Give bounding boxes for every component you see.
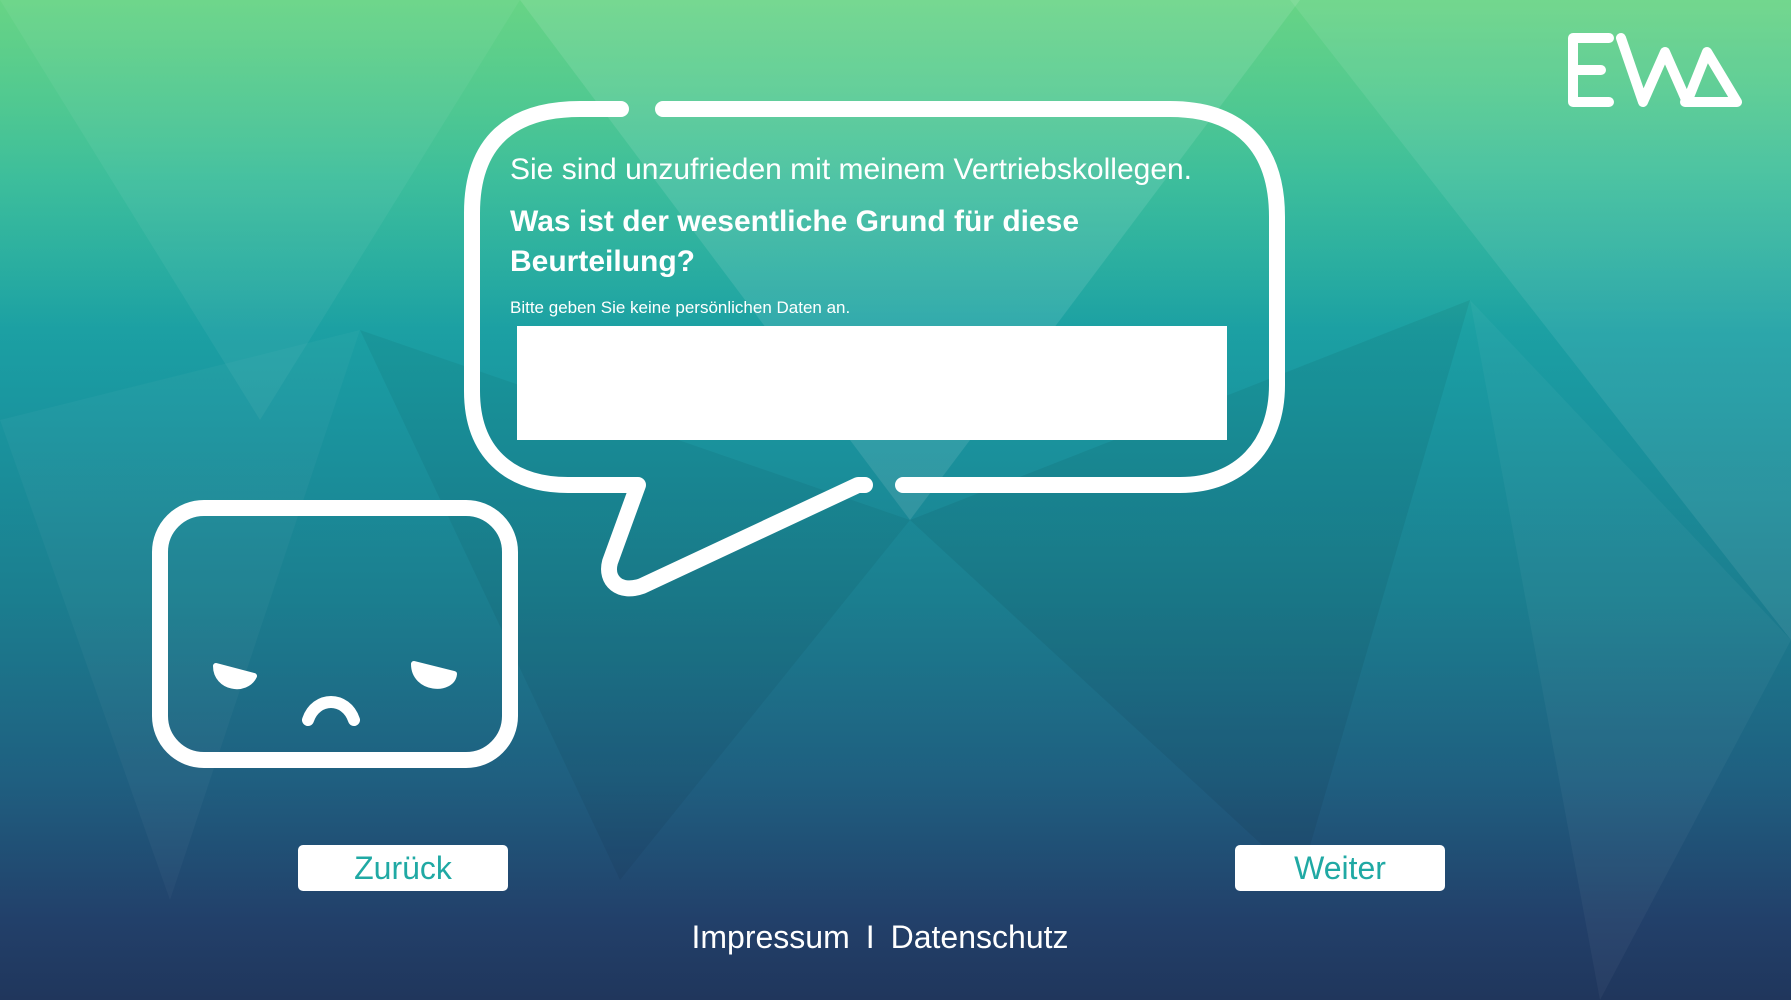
question-main: Was ist der wesentliche Grund für diese …	[510, 205, 1080, 278]
question-intro: Sie sind unzufrieden mit meinem Vertrieb…	[510, 153, 1193, 186]
footer-separator: I	[865, 919, 875, 955]
back-button[interactable]: Zurück	[298, 845, 508, 891]
question-block: Sie sind unzufrieden mit meinem Vertrieb…	[510, 150, 1270, 320]
next-button[interactable]: Weiter	[1235, 845, 1445, 891]
ewa-logo	[1568, 33, 1742, 107]
footer-links: Impressum I Datenschutz	[0, 912, 1760, 962]
imprint-link[interactable]: Impressum	[691, 919, 849, 955]
privacy-hint: Bitte geben Sie keine persönlichen Daten…	[510, 298, 851, 317]
privacy-link[interactable]: Datenschutz	[891, 919, 1069, 955]
answer-textarea[interactable]	[517, 326, 1227, 440]
sad-face-icon	[152, 500, 518, 768]
